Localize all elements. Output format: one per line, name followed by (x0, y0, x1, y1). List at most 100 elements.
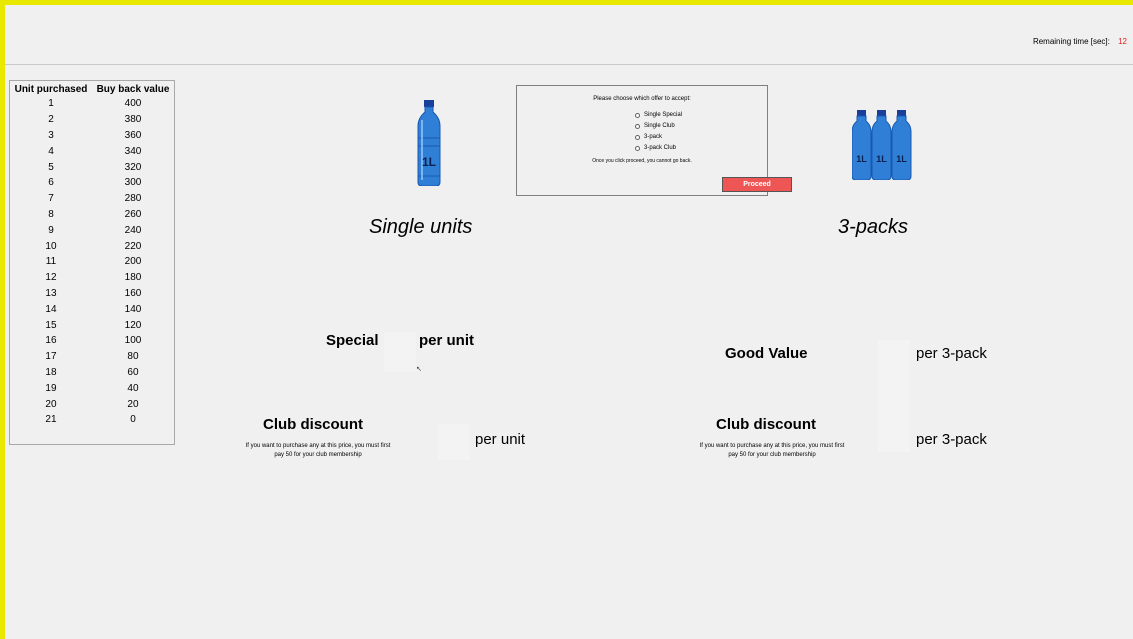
buyback-value-cell: 120 (124, 319, 142, 331)
dialog-warning: Once you click proceed, you cannot go ba… (592, 158, 692, 164)
good-value-price-box (878, 340, 910, 452)
dialog-prompt: Please choose which offer to accept: (593, 96, 691, 102)
units-cell: 7 (48, 193, 54, 205)
units-cell: 4 (48, 145, 54, 157)
units-cell: 5 (48, 161, 54, 173)
units-cell: 21 (45, 414, 57, 426)
top-bar: Remaining time [sec]: 12 (5, 5, 1133, 65)
single-bottle-icon: 1L (417, 100, 441, 186)
svg-text:1L: 1L (422, 155, 436, 169)
buyback-value-cell: 240 (124, 224, 142, 236)
pack-club-unit: per 3-pack (916, 431, 987, 448)
buyback-value-cell: 140 (124, 303, 142, 315)
buyback-value-cell: 360 (124, 129, 142, 141)
units-cell: 8 (48, 208, 54, 220)
units-cell: 2 (48, 114, 54, 126)
buyback-value-cell: 160 (124, 287, 142, 299)
table-row: 10 220 (10, 238, 174, 254)
units-cell: 13 (45, 287, 57, 299)
radio-circle-icon[interactable] (635, 145, 640, 151)
units-cell: 11 (45, 256, 57, 268)
buyback-value-cell: 280 (124, 193, 142, 205)
radio-3-pack[interactable]: 3-pack (635, 134, 662, 140)
buyback-value-cell: 20 (127, 398, 139, 410)
single-club-note: If you want to purchase any at this pric… (245, 443, 391, 458)
radio-label: Single Special (644, 112, 683, 118)
table-row: 5 320 (10, 159, 174, 175)
table-row: 20 20 (10, 396, 174, 412)
units-cell: 1 (48, 98, 54, 110)
units-cell: 19 (45, 382, 57, 394)
units-cell: 15 (45, 319, 57, 331)
buyback-value-cell: 180 (124, 272, 142, 284)
buyback-table: Unit purchased Buy back value 1 400 2 380 3 3… (9, 80, 175, 445)
good-value-unit: per 3-pack (916, 345, 987, 362)
table-row: 16 100 (10, 333, 174, 349)
radio-single-club[interactable]: Single Club (635, 123, 675, 129)
radio-circle-icon[interactable] (635, 134, 640, 140)
svg-text:1L: 1L (896, 154, 907, 164)
special-label: Special (326, 332, 379, 349)
single-club-price-box (438, 424, 470, 460)
buyback-value-cell: 300 (124, 177, 142, 189)
buyback-value-cell: 60 (127, 366, 139, 378)
radio-circle-icon[interactable] (635, 112, 640, 118)
special-unit: per unit (419, 332, 474, 349)
buyback-value-cell: 100 (124, 335, 142, 347)
buyback-value-cell: 340 (124, 145, 142, 157)
timer-label: Remaining time [sec]: (1032, 37, 1110, 46)
good-value-label: Good Value (725, 345, 808, 362)
buyback-value-cell: 40 (127, 382, 139, 394)
radio-label: 3-pack (644, 134, 663, 140)
radio-circle-icon[interactable] (635, 123, 640, 129)
single-units-title: Single units (369, 216, 473, 238)
pack-club-label: Club discount (716, 416, 816, 433)
special-price-box (384, 332, 416, 372)
buyback-value-cell: 220 (124, 240, 142, 252)
units-cell: 14 (45, 303, 57, 315)
table-row: 13 160 (10, 286, 174, 302)
single-club-unit: per unit (475, 431, 526, 448)
units-cell: 12 (45, 272, 57, 284)
proceed-button[interactable]: Proceed (722, 177, 792, 192)
units-cell: 20 (45, 398, 57, 410)
radio-label: 3-pack Club (644, 145, 677, 151)
table-row: 4 340 (10, 143, 174, 159)
table-row: 11 200 (10, 254, 174, 270)
buyback-value-cell: 400 (124, 98, 142, 110)
radio-label: Single Club (644, 123, 675, 129)
buyback-value-cell: 260 (124, 208, 142, 220)
svg-text:1L: 1L (856, 154, 867, 164)
units-cell: 9 (48, 224, 54, 236)
table-row: 9 240 (10, 222, 174, 238)
table-row: 18 60 (10, 365, 174, 381)
pack-club-note: If you want to purchase any at this pric… (699, 443, 845, 458)
table-row: 17 80 (10, 349, 174, 365)
column-header-value: Buy back value (96, 83, 170, 95)
single-club-label: Club discount (263, 416, 363, 433)
radio-3-pack-club[interactable]: 3-pack Club (635, 145, 676, 151)
svg-text:1L: 1L (876, 154, 887, 164)
buyback-value-cell: 80 (127, 351, 139, 363)
table-row: 3 360 (10, 128, 174, 144)
offer-dialog: Please choose which offer to accept: Sin… (516, 85, 792, 196)
table-row: 1 400 (10, 96, 174, 112)
buyback-value-cell: 200 (124, 256, 142, 268)
radio-single-special[interactable]: Single Special (635, 112, 682, 118)
table-row: 12 180 (10, 270, 174, 286)
table-row: 6 300 (10, 175, 174, 191)
buyback-value-cell: 380 (124, 114, 142, 126)
table-row: 14 140 (10, 301, 174, 317)
units-cell: 3 (48, 129, 54, 141)
timer-value: 12 (1118, 37, 1127, 46)
cursor-icon: ↖ (416, 366, 422, 373)
table-row: 21 0 (10, 412, 174, 428)
buyback-value-cell: 0 (130, 414, 136, 426)
table-row: 7 280 (10, 191, 174, 207)
column-header-units: Unit purchased (14, 83, 88, 95)
units-cell: 17 (45, 351, 57, 363)
units-cell: 18 (45, 366, 57, 378)
three-pack-icon: 1L 1L 1L (852, 110, 912, 180)
table-row: 19 40 (10, 380, 174, 396)
three-packs-title: 3-packs (838, 216, 909, 238)
